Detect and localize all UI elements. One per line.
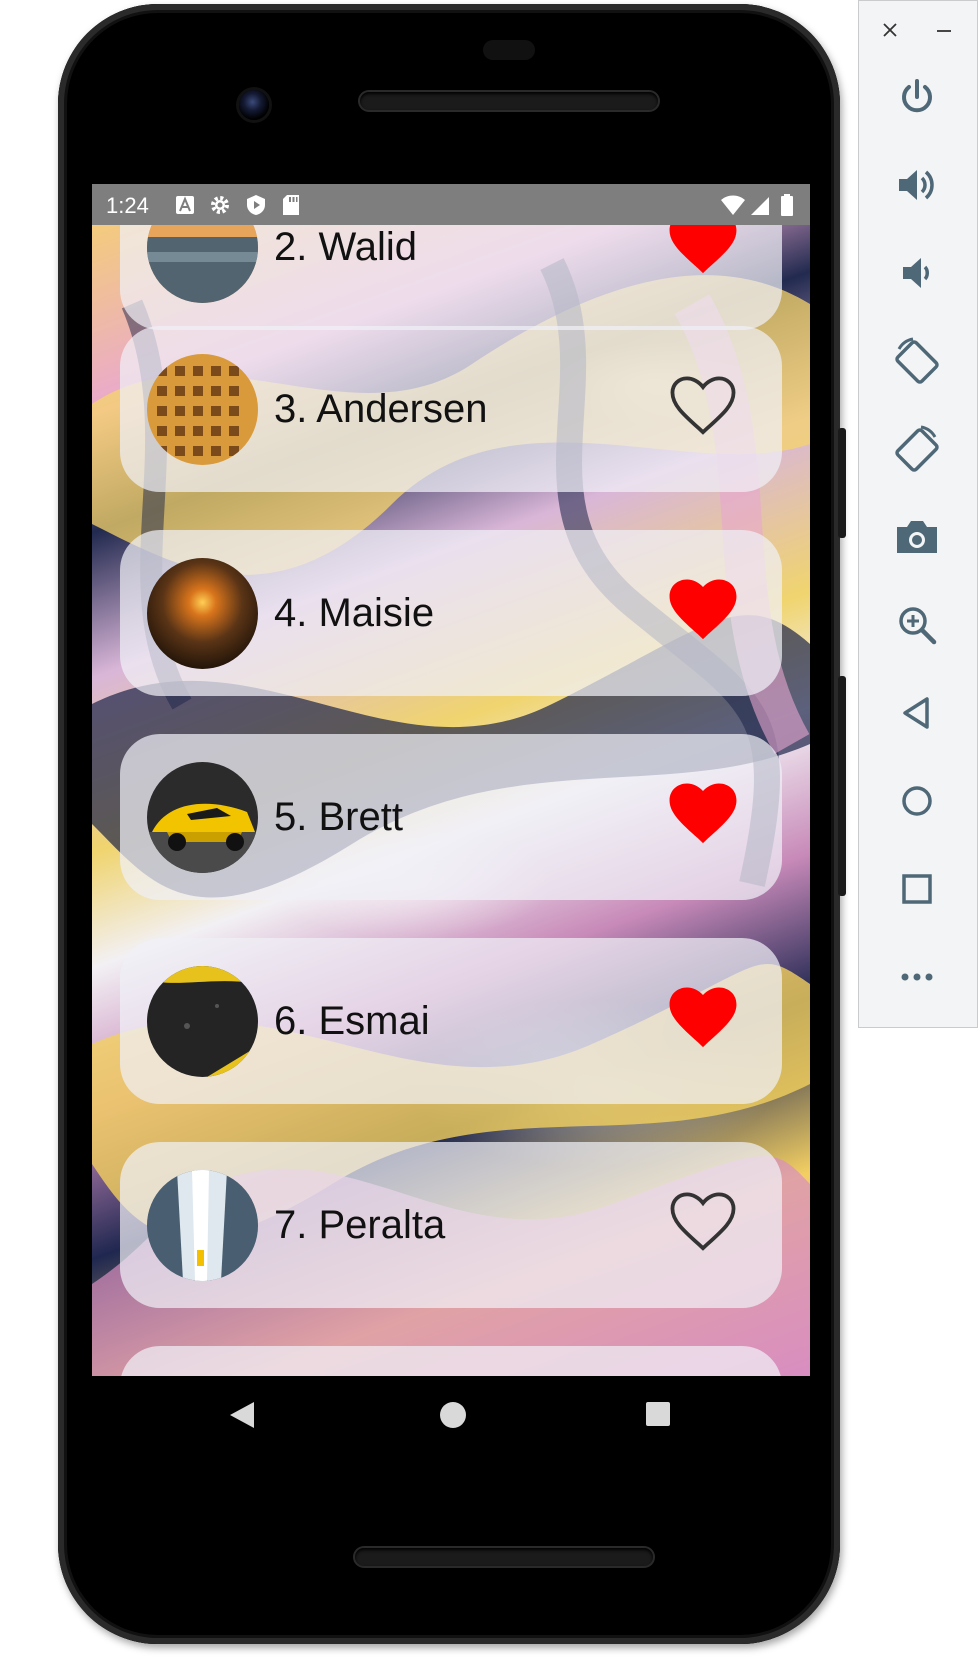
home-icon[interactable] (891, 775, 943, 827)
list-item[interactable]: 7. Peralta (120, 1142, 782, 1308)
sd-card-icon (283, 195, 299, 215)
wifi-icon (721, 195, 745, 215)
list-item[interactable]: 4. Maisie (120, 530, 782, 696)
battery-icon (781, 194, 793, 216)
contact-name: 6. Esmai (274, 999, 430, 1043)
earpiece-speaker (360, 92, 658, 110)
front-camera (239, 90, 269, 120)
avatar (147, 354, 258, 465)
contact-name: 7. Peralta (274, 1203, 446, 1247)
phone-screen: 2. Walid 3. Andersen 4. Maisie 5. Brett … (92, 184, 810, 1376)
camera-icon[interactable] (891, 511, 943, 563)
avatar (147, 558, 258, 669)
heart-filled-icon[interactable] (668, 986, 738, 1050)
shield-icon (247, 195, 265, 215)
rotate-right-icon[interactable] (891, 423, 943, 475)
rotate-left-icon[interactable] (891, 335, 943, 387)
list-item[interactable]: 5. Brett (120, 734, 782, 900)
heart-filled-icon[interactable] (668, 782, 738, 846)
power-icon[interactable] (891, 71, 943, 123)
back-triangle-icon[interactable] (228, 1400, 256, 1430)
top-sensor (483, 40, 535, 60)
status-time: 1:24 (106, 193, 149, 218)
status-bar: 1:24 (92, 184, 810, 225)
volume-side-button (838, 676, 846, 896)
list-item[interactable]: 3. Andersen (120, 326, 782, 492)
heart-outline-icon[interactable] (668, 374, 738, 438)
signal-icon (751, 197, 769, 215)
close-icon[interactable] (881, 21, 899, 39)
heart-outline-icon[interactable] (668, 1190, 738, 1254)
volume-up-icon[interactable] (891, 159, 943, 211)
list-item[interactable] (120, 1346, 782, 1376)
home-circle-icon[interactable] (438, 1400, 468, 1430)
contact-name: 5. Brett (274, 795, 403, 839)
power-side-button (838, 428, 846, 538)
volume-down-icon[interactable] (891, 247, 943, 299)
gear-icon (211, 196, 229, 214)
heart-filled-icon[interactable] (668, 578, 738, 642)
overview-icon[interactable] (891, 863, 943, 915)
zoom-icon[interactable] (891, 599, 943, 651)
avatar (147, 762, 258, 873)
contact-name: 4. Maisie (274, 591, 435, 635)
emulator-toolbar (858, 0, 978, 1028)
font-a-icon (176, 196, 194, 214)
navigation-bar (92, 1376, 810, 1458)
contact-name: 3. Andersen (274, 387, 488, 431)
list-item[interactable]: 6. Esmai (120, 938, 782, 1104)
recents-square-icon[interactable] (644, 1400, 672, 1428)
minimize-icon[interactable] (935, 21, 953, 39)
back-icon[interactable] (891, 687, 943, 739)
avatar (147, 1170, 258, 1281)
avatar (147, 966, 258, 1077)
more-icon[interactable] (891, 951, 943, 1003)
bottom-speaker (355, 1548, 653, 1566)
contact-list[interactable]: 2. Walid 3. Andersen 4. Maisie 5. Brett … (92, 184, 810, 1376)
